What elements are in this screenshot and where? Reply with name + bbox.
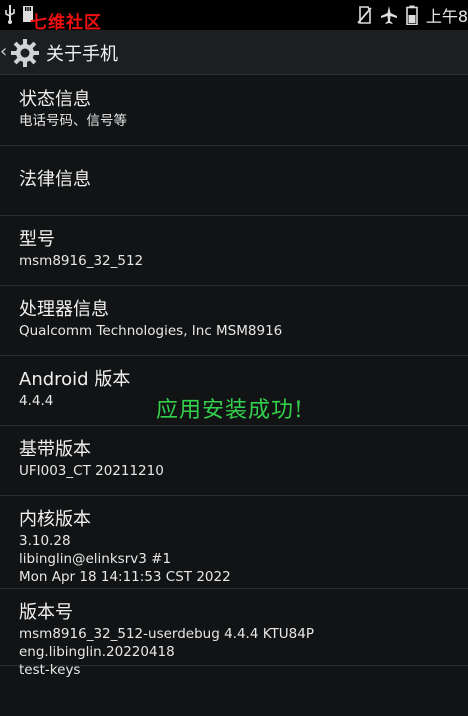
- usb-icon: [5, 5, 15, 24]
- list-item-legal-info[interactable]: 法律信息: [0, 146, 468, 216]
- item-title: 法律信息: [19, 169, 91, 190]
- item-title: Android 版本: [19, 369, 131, 390]
- status-time: 上午8: [425, 7, 468, 26]
- list-item-build-number[interactable]: 版本号 msm8916_32_512-userdebug 4.4.4 KTU84…: [0, 589, 468, 678]
- item-subtitle: 电话号码、信号等: [19, 113, 127, 129]
- no-sim-icon: [357, 6, 372, 24]
- list-item-status-info[interactable]: 状态信息 电话号码、信号等: [0, 76, 468, 146]
- item-title: 基带版本: [19, 439, 91, 460]
- item-subtitle: Qualcomm Technologies, Inc MSM8916: [19, 323, 283, 339]
- battery-icon: [406, 5, 418, 25]
- list-item-processor[interactable]: 处理器信息 Qualcomm Technologies, Inc MSM8916: [0, 286, 468, 356]
- settings-gear-icon[interactable]: [10, 38, 40, 68]
- item-subtitle: UFI003_CT 20211210: [19, 463, 164, 479]
- list-item-kernel-version[interactable]: 内核版本 3.10.28 libinglin@elinksrv3 #1 Mon …: [0, 496, 468, 589]
- back-chevron-icon[interactable]: ‹: [0, 40, 10, 64]
- item-subtitle: msm8916_32_512-userdebug 4.4.4 KTU84P en…: [19, 626, 314, 678]
- list-item-model[interactable]: 型号 msm8916_32_512: [0, 216, 468, 286]
- install-success-message: 应用安装成功!: [156, 398, 304, 423]
- item-title: 版本号: [19, 602, 73, 623]
- page-title: 关于手机: [46, 44, 118, 65]
- item-subtitle: msm8916_32_512: [19, 253, 144, 269]
- item-title: 状态信息: [19, 89, 91, 110]
- action-bar: ‹ 关于手机: [0, 30, 468, 75]
- status-right-icons: 上午8: [356, 3, 468, 27]
- airplane-icon: [380, 6, 397, 24]
- item-title: 处理器信息: [19, 299, 109, 320]
- status-bar: 七维社区 上午8: [0, 0, 468, 33]
- settings-list: 状态信息 电话号码、信号等 法律信息 型号 msm8916_32_512 处理器…: [0, 76, 468, 678]
- item-title: 内核版本: [19, 509, 91, 530]
- item-title: 型号: [19, 229, 55, 250]
- item-subtitle: 3.10.28 libinglin@elinksrv3 #1 Mon Apr 1…: [19, 533, 231, 585]
- list-item-baseband-version[interactable]: 基带版本 UFI003_CT 20211210: [0, 426, 468, 496]
